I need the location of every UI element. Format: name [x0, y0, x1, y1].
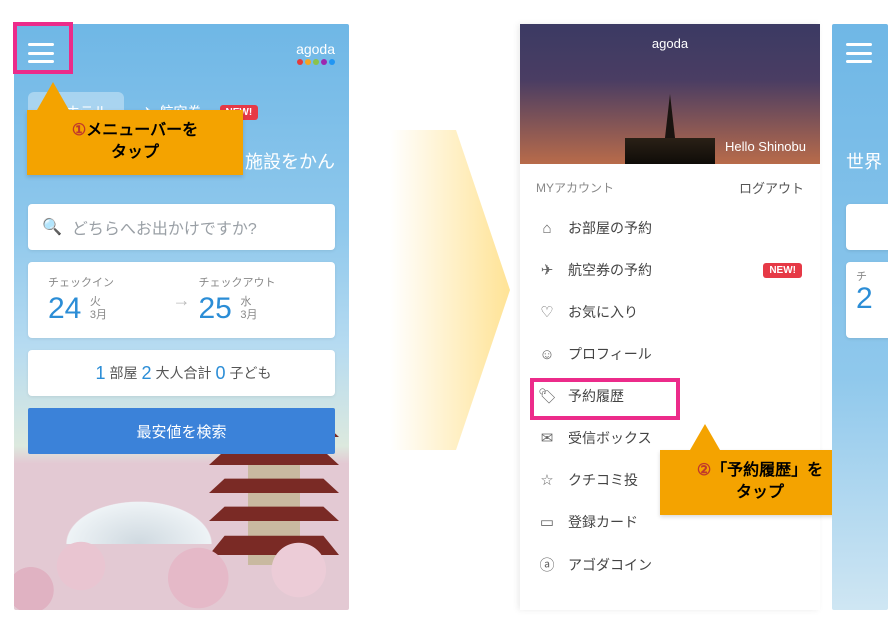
menu-item-flight-bookings[interactable]: ✈ 航空券の予約 NEW!	[520, 249, 820, 291]
callout-1-line2: タップ	[111, 144, 159, 161]
checkout-weekday: 水	[240, 296, 257, 309]
callout-step-1: ①メニューバーを タップ	[27, 110, 243, 175]
menu-button[interactable]	[28, 43, 54, 63]
callout-step-2: ②「予約履歴」を タップ	[660, 450, 860, 515]
brand-logo: agoda	[652, 36, 688, 51]
menu-section-header: MYアカウント ログアウト	[520, 164, 820, 203]
top-bar	[832, 24, 888, 82]
menu-item-agoda-coin[interactable]: ⓐ アゴダコイン	[520, 543, 820, 586]
guests-card[interactable]: 1 部屋 2 大人合計 0 子ども	[28, 350, 335, 396]
checkout-month: 3月	[240, 309, 257, 322]
logout-link[interactable]: ログアウト	[739, 178, 804, 197]
new-badge: NEW!	[763, 263, 802, 278]
menu-item-label: 予約履歴	[568, 386, 624, 406]
menu-item-label: プロフィール	[568, 344, 652, 364]
menu-list: ⌂ お部屋の予約 ✈ 航空券の予約 NEW! ♡ お気に入り ☺ プロフィール …	[520, 203, 820, 590]
brand-name: agoda	[652, 36, 688, 51]
destination-input[interactable]	[846, 204, 888, 250]
children-label: 子ども	[230, 363, 272, 383]
background-mountain	[64, 454, 214, 544]
destination-placeholder: どちらへお出かけですか?	[72, 215, 257, 239]
callout-2-line1: 「予約履歴」を	[711, 462, 823, 479]
star-icon: ☆	[538, 471, 556, 489]
dates-card[interactable]: チェックイン 24 火 3月 → チェックアウト 25 水 3月	[28, 262, 335, 338]
top-bar: agoda	[14, 24, 349, 82]
adults-label: 大人合計	[156, 363, 212, 383]
checkin-col[interactable]: チェックイン 24 火 3月	[48, 274, 165, 326]
checkin-month: 3月	[90, 309, 107, 322]
callout-1-line1: メニューバーを	[86, 122, 198, 139]
checkout-day: 25	[199, 292, 232, 326]
menu-item-profile[interactable]: ☺ プロフィール	[520, 333, 820, 375]
mail-icon: ✉	[538, 429, 556, 447]
menu-item-room-bookings[interactable]: ⌂ お部屋の予約	[520, 207, 820, 249]
background-blossom	[14, 534, 349, 610]
menu-item-label: 登録カード	[568, 512, 638, 532]
checkout-col[interactable]: チェックアウト 25 水 3月	[199, 274, 316, 326]
tag-icon: 🏷	[538, 387, 556, 405]
menu-item-favorites[interactable]: ♡ お気に入り	[520, 291, 820, 333]
menu-section-label: MYアカウント	[536, 179, 614, 196]
menu-hero: agoda Hello Shinobu	[520, 24, 820, 164]
search-button-label: 最安値を検索	[136, 421, 226, 442]
menu-button[interactable]	[846, 43, 872, 63]
menu-item-label: 受信ボックス	[568, 428, 652, 448]
hero-text: 世界	[846, 148, 882, 174]
user-icon: ☺	[538, 346, 556, 363]
menu-item-booking-history[interactable]: 🏷 予約履歴	[520, 375, 820, 417]
checkout-label: チェックアウト	[199, 274, 316, 290]
menu-item-label: お気に入り	[568, 302, 638, 322]
callout-2-number: ②	[697, 462, 711, 479]
checkin-day: 24	[48, 292, 81, 326]
menu-item-label: クチコミ投	[568, 470, 638, 490]
destination-input[interactable]: 🔍 どちらへお出かけですか?	[28, 204, 335, 250]
menu-item-label: お部屋の予約	[568, 218, 652, 238]
card-icon: ▭	[538, 513, 556, 531]
heart-icon: ♡	[538, 303, 556, 321]
screen-home-behind: 世界 チ 2	[832, 24, 888, 610]
dates-card[interactable]: チ 2	[846, 262, 888, 338]
callout-2-line2: タップ	[736, 484, 784, 501]
checkin-label: チェックイン	[48, 274, 165, 290]
checkin-day: 2	[856, 282, 873, 316]
greeting-text: Hello Shinobu	[725, 139, 806, 154]
callout-1-number: ①	[72, 122, 86, 139]
menu-item-label: アゴダコイン	[568, 555, 652, 575]
adults-count: 2	[141, 363, 151, 384]
transition-arrow	[390, 130, 510, 450]
children-count: 0	[216, 363, 226, 384]
screen-menu-drawer: agoda Hello Shinobu MYアカウント ログアウト ⌂ お部屋の…	[520, 24, 820, 610]
plane-icon: ✈	[538, 261, 556, 279]
search-icon: 🔍	[42, 217, 62, 237]
coin-icon: ⓐ	[538, 554, 556, 575]
brand-logo: agoda	[296, 41, 335, 65]
search-button[interactable]: 最安値を検索	[28, 408, 335, 454]
menu-item-label: 航空券の予約	[568, 260, 652, 280]
brand-name: agoda	[296, 41, 335, 57]
rooms-label: 部屋	[109, 363, 137, 383]
rooms-count: 1	[95, 363, 105, 384]
home-icon: ⌂	[538, 220, 556, 237]
date-arrow-icon: →	[165, 290, 199, 311]
background-temple	[625, 64, 715, 164]
checkin-weekday: 火	[90, 296, 107, 309]
